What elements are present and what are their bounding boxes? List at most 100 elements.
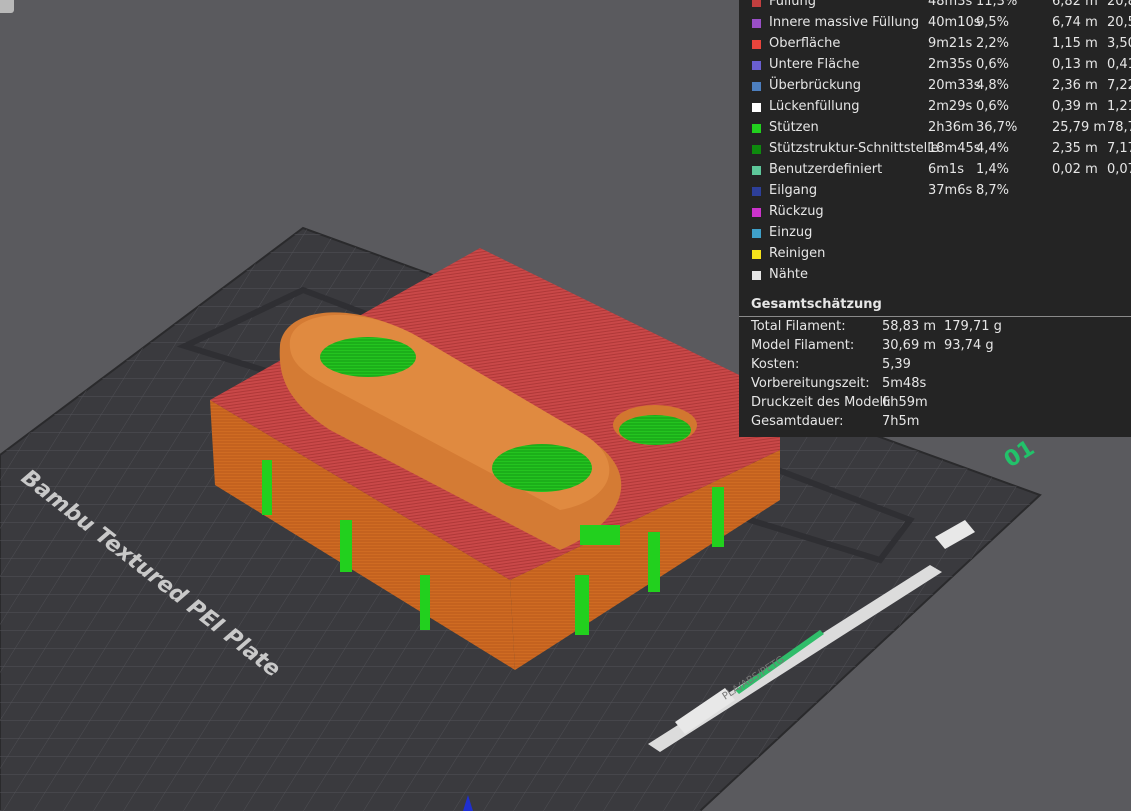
support-pillar — [420, 575, 430, 630]
legend-name: Eilgang — [769, 183, 818, 198]
summary-row: Model Filament: 30,69 m 93,74 g — [739, 337, 1131, 356]
hole-right — [492, 444, 592, 492]
legend-row[interactable]: Eilgang 37m6s 8,7% — [739, 181, 1131, 202]
legend-color-swatch — [752, 61, 761, 70]
legend-percent: 8,7% — [976, 183, 1010, 198]
legend-weight: 3,50 — [1107, 36, 1131, 51]
legend-color-swatch — [752, 145, 761, 154]
summary-label: Kosten: — [751, 357, 800, 372]
legend-name: Lückenfüllung — [769, 99, 860, 114]
legend-color-swatch — [752, 229, 761, 238]
gcode-legend-panel: Füllung 48m3s11,3% 6,82 m 20,8 Innere massiv… — [739, 0, 1131, 437]
legend-percent: 9,5% — [976, 15, 1010, 30]
legend-name: Oberfläche — [769, 36, 841, 51]
legend-row[interactable]: Lückenfüllung 2m29s0,6% 0,39 m 1,21 — [739, 97, 1131, 118]
legend-weight: 20,8 — [1107, 0, 1131, 9]
legend-row[interactable]: Rückzug — [739, 202, 1131, 223]
summary-row: Kosten: 5,39 — [739, 356, 1131, 375]
legend-percent: 11,3% — [976, 0, 1018, 9]
hole-small-inner — [619, 415, 691, 445]
summary-label: Gesamtdauer: — [751, 414, 844, 429]
support-pillar — [340, 520, 352, 572]
legend-weight: 0,07 — [1107, 162, 1131, 177]
summary-label: Druckzeit des Modell: — [751, 395, 892, 410]
legend-weight: 0,41 — [1107, 57, 1131, 72]
legend-color-swatch — [752, 271, 761, 280]
legend-percent: 2,2% — [976, 36, 1010, 51]
summary-value-secondary: 179,71 g — [944, 319, 1002, 334]
legend-time: 20m33s — [928, 78, 981, 93]
legend-name: Einzug — [769, 225, 813, 240]
legend-length: 0,39 m — [1052, 99, 1098, 114]
legend-name: Benutzerdefiniert — [769, 162, 883, 177]
legend-length: 6,74 m — [1052, 15, 1098, 30]
legend-row[interactable]: Stützen 2h36m36,7% 25,79 m78,7 — [739, 118, 1131, 139]
legend-color-swatch — [752, 0, 761, 7]
legend-weight: 7,22 — [1107, 78, 1131, 93]
legend-color-swatch — [752, 82, 761, 91]
summary-label: Total Filament: — [751, 319, 846, 334]
legend-row[interactable]: Innere massive Füllung 40m10s 9,5% 6,74 m 20… — [739, 13, 1131, 34]
summary-value: 58,83 m — [882, 319, 937, 334]
summary-row: Druckzeit des Modell: 6h59m — [739, 394, 1131, 413]
summary-divider — [739, 316, 1131, 317]
legend-name: Stützen — [769, 120, 819, 135]
summary-title: Gesamtschätzung — [751, 297, 882, 312]
legend-name: Rückzug — [769, 204, 824, 219]
summary-value-secondary: 93,74 g — [944, 338, 994, 353]
legend-row[interactable]: Reinigen — [739, 244, 1131, 265]
summary-value: 30,69 m — [882, 338, 937, 353]
legend-length: 0,02 m — [1052, 162, 1098, 177]
legend-weight: 78,7 — [1107, 120, 1131, 135]
legend-time: 40m10s — [928, 15, 981, 30]
legend-percent: 4,4% — [976, 141, 1010, 156]
legend-length: 2,36 m — [1052, 78, 1098, 93]
legend-percent: 4,8% — [976, 78, 1010, 93]
legend-time: 37m6s — [928, 183, 973, 198]
legend-color-swatch — [752, 19, 761, 28]
legend-name: Stützstruktur-Schnittstelle — [769, 141, 939, 156]
legend-row[interactable]: Stützstruktur-Schnittstelle 18m45s 4,4% 2,3… — [739, 139, 1131, 160]
hole-left — [320, 337, 416, 377]
legend-name: Nähte — [769, 267, 809, 282]
legend-time: 2h36m — [928, 120, 974, 135]
support-pillar — [575, 575, 589, 635]
summary-value: 5m48s — [882, 376, 927, 391]
summary-value: 7h5m — [882, 414, 920, 429]
legend-color-swatch — [752, 124, 761, 133]
summary-row: Total Filament: 58,83 m 179,71 g — [739, 318, 1131, 337]
support-pillar — [712, 487, 724, 547]
legend-time: 48m3s — [928, 0, 973, 9]
legend-length: 6,82 m — [1052, 0, 1098, 9]
legend-name: Untere Fläche — [769, 57, 860, 72]
legend-length: 1,15 m — [1052, 36, 1098, 51]
legend-percent: 36,7% — [976, 120, 1018, 135]
collapse-button[interactable] — [0, 0, 14, 13]
summary-value: 6h59m — [882, 395, 928, 410]
support-pillar — [648, 532, 660, 592]
legend-name: Reinigen — [769, 246, 826, 261]
legend-row[interactable]: Einzug — [739, 223, 1131, 244]
legend-weight: 20,5 — [1107, 15, 1131, 30]
legend-row[interactable]: Untere Fläche 2m35s0,6% 0,13 m 0,41 — [739, 55, 1131, 76]
legend-time: 2m29s — [928, 99, 973, 114]
legend-percent: 1,4% — [976, 162, 1010, 177]
legend-row[interactable]: Benutzerdefiniert 6m1s 1,4% 0,02 m 0,07 — [739, 160, 1131, 181]
legend-color-swatch — [752, 187, 761, 196]
legend-row[interactable]: Oberfläche 9m21s2,2% 1,15 m 3,50 — [739, 34, 1131, 55]
summary-row: Vorbereitungszeit: 5m48s — [739, 375, 1131, 394]
legend-name: Überbrückung — [769, 78, 861, 93]
legend-row[interactable]: Nähte — [739, 265, 1131, 286]
legend-percent: 0,6% — [976, 99, 1010, 114]
summary-value: 5,39 — [882, 357, 911, 372]
legend-row[interactable]: Füllung 48m3s11,3% 6,82 m 20,8 — [739, 0, 1131, 13]
summary-row: Gesamtdauer: 7h5m — [739, 413, 1131, 432]
legend-color-swatch — [752, 166, 761, 175]
support-pillar — [580, 525, 620, 545]
support-pillar — [262, 460, 272, 515]
legend-name: Innere massive Füllung — [769, 15, 920, 30]
legend-color-swatch — [752, 40, 761, 49]
summary-label: Model Filament: — [751, 338, 855, 353]
legend-percent: 0,6% — [976, 57, 1010, 72]
legend-row[interactable]: Überbrückung 20m33s4,8% 2,36 m 7,22 — [739, 76, 1131, 97]
